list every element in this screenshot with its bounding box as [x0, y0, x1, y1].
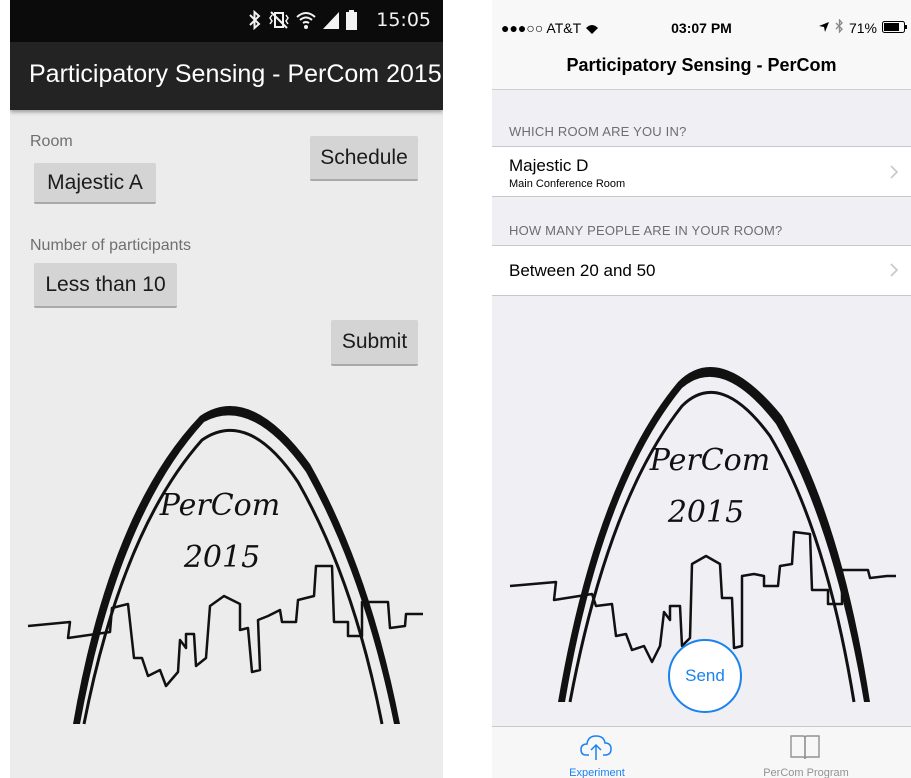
- logo-text-year: 2015: [183, 540, 260, 575]
- room-cell[interactable]: Majestic D Main Conference Room: [492, 146, 911, 197]
- people-cell[interactable]: Between 20 and 50: [492, 245, 911, 296]
- people-value: Between 20 and 50: [509, 261, 656, 280]
- chevron-right-icon: [890, 165, 899, 179]
- logo-text-percom: PerCom: [159, 488, 280, 523]
- battery-icon: [346, 10, 357, 35]
- room-label: Room: [30, 133, 73, 150]
- tab-percom-program-label: PerCom Program: [763, 767, 849, 778]
- book-icon: [790, 735, 820, 760]
- people-section-header: HOW MANY PEOPLE ARE IN YOUR ROOM?: [509, 223, 783, 238]
- percom-logo: PerCom 2015: [27, 406, 423, 725]
- room-section-header: WHICH ROOM ARE YOU IN?: [509, 124, 687, 139]
- tab-experiment[interactable]: Experiment: [492, 727, 702, 778]
- ios-screen: ●●●○○ AT&T 03:07 PM 71% Participatory Se…: [492, 0, 911, 778]
- bluetooth-icon: [248, 9, 262, 35]
- room-subtitle: Main Conference Room: [509, 178, 626, 190]
- wifi-icon: [296, 10, 316, 35]
- room-value: Majestic D: [509, 156, 589, 175]
- tab-bar: Experiment PerCom Program: [492, 726, 911, 778]
- status-time: 15:05: [376, 9, 431, 31]
- chevron-right-icon: [890, 263, 899, 277]
- participants-label: Number of participants: [30, 237, 191, 254]
- schedule-button[interactable]: Schedule: [310, 136, 418, 181]
- cloud-upload-icon: [580, 735, 612, 760]
- submit-button[interactable]: Submit: [331, 320, 418, 366]
- tab-experiment-label: Experiment: [569, 767, 625, 778]
- battery-icon: [882, 20, 908, 36]
- android-status-bar: 15:05: [10, 0, 443, 42]
- nav-title: Participatory Sensing - PerCom: [566, 55, 837, 75]
- send-button[interactable]: Send: [668, 639, 742, 713]
- room-select-button[interactable]: Majestic A: [34, 163, 156, 204]
- ios-nav-bar: ●●●○○ AT&T 03:07 PM 71% Participatory Se…: [492, 0, 911, 90]
- battery-percent: 71%: [848, 19, 877, 36]
- bluetooth-icon: [835, 18, 844, 36]
- vibrate-mute-icon: [268, 10, 290, 35]
- location-arrow-icon: [818, 20, 830, 36]
- tab-percom-program[interactable]: PerCom Program: [701, 727, 911, 778]
- logo-text-year: 2015: [667, 495, 744, 530]
- app-title: Participatory Sensing - PerCom 2015: [29, 60, 442, 88]
- android-screen: 15:05 Participatory Sensing - PerCom 201…: [10, 0, 443, 778]
- logo-text-percom: PerCom: [649, 443, 770, 478]
- participants-select-button[interactable]: Less than 10: [34, 263, 177, 308]
- android-app-bar: Participatory Sensing - PerCom 2015: [10, 42, 443, 110]
- signal-icon: [322, 10, 340, 35]
